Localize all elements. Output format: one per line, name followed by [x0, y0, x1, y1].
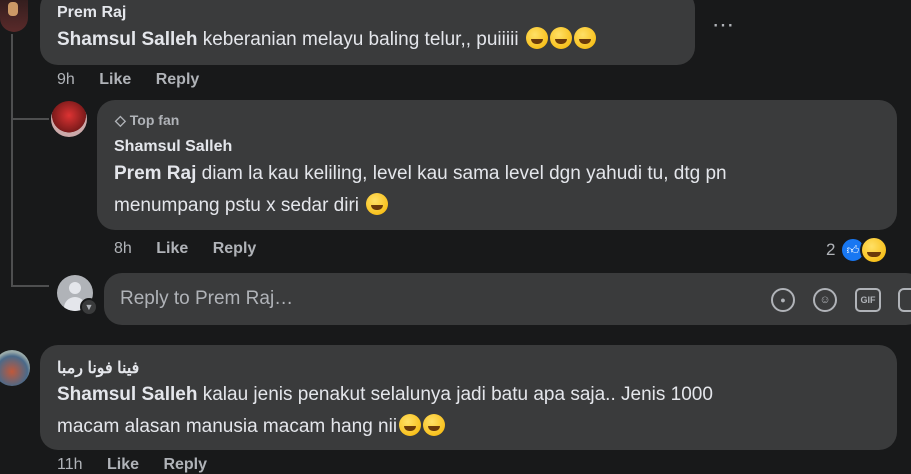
avatar-dropdown-icon[interactable]: ▼ — [80, 298, 98, 316]
reply-body-line1: diam la kau keliling, level kau sama lev… — [201, 163, 727, 184]
comment-body-line1: kalau jenis penakut selalunya jadi batu … — [202, 384, 713, 405]
like-button[interactable]: Like — [156, 240, 188, 257]
comment-text: Shamsul Salleh kalau jenis penakut selal… — [57, 379, 713, 443]
laughing-emoji-icon — [399, 414, 422, 436]
comment-author[interactable]: فينا فونا رمبا — [57, 358, 139, 378]
comment-bubble: فينا فونا رمبا Shamsul Salleh kalau jeni… — [40, 345, 897, 450]
comment-text: Shamsul Salleh keberanian melayu baling … — [57, 24, 596, 56]
avatar-prem-raj[interactable] — [0, 0, 28, 32]
reply-text: Prem Raj diam la kau keliling, level kau… — [114, 158, 727, 222]
reply-bubble: ◇ Top fan Shamsul Salleh Prem Raj diam la… — [97, 100, 897, 230]
reply-body-line2: menumpang pstu x sedar diri — [114, 195, 360, 216]
reaction-count: 2 — [826, 240, 836, 259]
rofl-emoji-icon — [525, 27, 548, 49]
comment-meta: 11h Like Reply — [57, 456, 227, 474]
diamond-icon: ◇ — [115, 112, 126, 128]
mention[interactable]: Shamsul Salleh — [57, 29, 197, 50]
thread-branch — [11, 118, 49, 120]
rofl-emoji-icon — [573, 27, 596, 49]
reply-placeholder: Reply to Prem Raj… — [120, 288, 294, 309]
smirk-emoji-icon — [366, 193, 389, 215]
reply-author[interactable]: Shamsul Salleh — [114, 138, 232, 156]
rofl-emoji-icon — [549, 27, 572, 49]
reaction-summary[interactable]: 2 👍︎ — [826, 236, 888, 264]
comment-meta: 9h Like Reply — [57, 71, 219, 89]
comment-bubble: Prem Raj Shamsul Salleh keberanian melay… — [40, 0, 695, 65]
avatar-sticker-icon[interactable]: ● — [771, 288, 795, 312]
comment-body-line2: macam alasan manusia macam hang nii — [57, 416, 398, 437]
thread-line — [11, 34, 13, 286]
comment-author[interactable]: Prem Raj — [57, 4, 126, 22]
avatar-shamsul-salleh[interactable] — [51, 101, 87, 137]
reply-input[interactable]: Reply to Prem Raj… ● ☺ GIF — [104, 273, 911, 325]
haha-reaction-icon — [859, 236, 888, 264]
avatar-commenter[interactable] — [0, 350, 30, 386]
timestamp[interactable]: 9h — [57, 71, 75, 88]
comment-body: keberanian melayu baling telur,, puiiiii — [202, 29, 519, 50]
mention[interactable]: Prem Raj — [114, 163, 196, 184]
sticker-icon[interactable] — [898, 288, 911, 312]
reply-meta: 8h Like Reply — [114, 240, 276, 258]
gif-icon[interactable]: GIF — [855, 288, 881, 312]
reply-button[interactable]: Reply — [213, 240, 257, 257]
mention[interactable]: Shamsul Salleh — [57, 384, 197, 405]
laughing-emoji-icon — [423, 414, 446, 436]
thread-branch — [11, 285, 49, 287]
more-options-icon[interactable]: ⋯ — [712, 12, 734, 38]
top-fan-badge: ◇ Top fan — [115, 112, 180, 128]
timestamp[interactable]: 8h — [114, 240, 132, 257]
like-button[interactable]: Like — [99, 71, 131, 88]
emoji-icon[interactable]: ☺ — [813, 288, 837, 312]
reply-button[interactable]: Reply — [156, 71, 200, 88]
